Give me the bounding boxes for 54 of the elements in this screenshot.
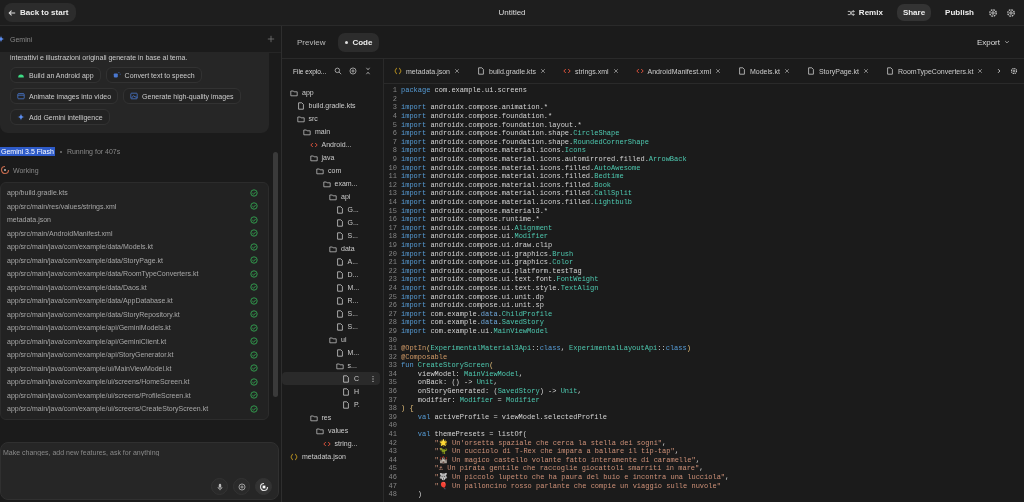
arrow-left-icon [8, 8, 16, 17]
settings-icon[interactable] [1010, 67, 1018, 75]
project-title: Untitled [498, 8, 526, 17]
image-icon [130, 92, 139, 100]
code-icon [309, 140, 318, 149]
publish-button[interactable]: Publish [939, 4, 980, 21]
collapse-icon[interactable] [364, 67, 373, 75]
view-tab[interactable]: Code [338, 32, 380, 52]
folder-icon [335, 361, 344, 370]
add-circle-icon[interactable] [349, 67, 358, 75]
add-button[interactable] [233, 478, 250, 495]
stop-button[interactable] [255, 478, 272, 495]
folder-icon [290, 88, 298, 97]
close-icon[interactable] [783, 68, 790, 74]
spinner-icon [0, 165, 10, 175]
export-button[interactable]: Export [970, 36, 1016, 48]
code-icon [563, 67, 572, 75]
plus-icon[interactable] [267, 35, 275, 43]
file-icon [296, 101, 305, 110]
back-button[interactable]: Back to start [4, 3, 77, 22]
file-icon [886, 67, 894, 75]
file-icon [335, 348, 344, 357]
scrollbar-thumb[interactable] [273, 152, 278, 397]
braces-icon [394, 67, 402, 75]
close-icon[interactable] [540, 68, 547, 74]
share-button[interactable]: Share [896, 4, 932, 21]
view-tab[interactable]: Preview [290, 32, 333, 52]
file-icon [477, 67, 485, 75]
stop-icon [258, 481, 269, 492]
more-icon[interactable] [369, 374, 377, 383]
shuffle-icon [846, 8, 855, 17]
close-icon[interactable] [454, 68, 460, 74]
folder-icon [329, 244, 337, 253]
settings-icon[interactable] [1006, 7, 1016, 18]
close-icon[interactable] [714, 68, 721, 74]
settings-icon[interactable] [988, 7, 998, 18]
file-icon [806, 67, 815, 75]
code-icon [322, 439, 331, 448]
search-icon[interactable] [334, 67, 343, 75]
sparkle-icon [17, 113, 25, 121]
speech-icon [112, 71, 121, 79]
close-icon[interactable] [863, 68, 869, 74]
braces-icon [290, 452, 298, 461]
plus-circle-icon [237, 482, 246, 491]
chevron-right-icon[interactable] [996, 68, 1002, 74]
remix-button[interactable]: Remix [840, 4, 889, 21]
microphone-button[interactable] [211, 478, 228, 495]
code-icon [635, 67, 644, 75]
file-icon [737, 67, 746, 75]
video-icon [17, 92, 25, 100]
folder-icon [329, 335, 337, 344]
close-icon[interactable] [977, 68, 984, 74]
chevron-down-icon [1004, 39, 1010, 45]
close-icon[interactable] [612, 68, 619, 74]
